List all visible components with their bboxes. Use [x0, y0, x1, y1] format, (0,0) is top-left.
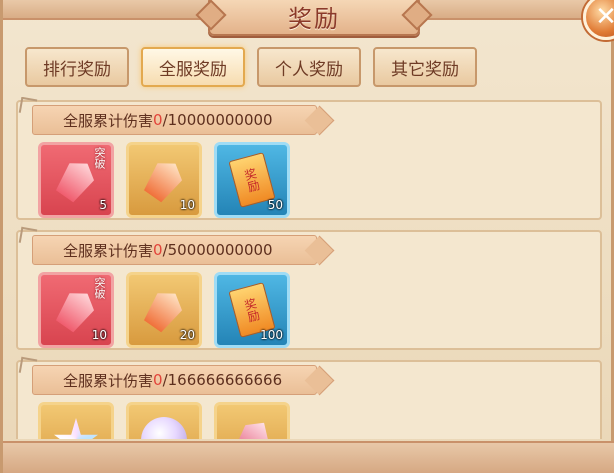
title-banner: 奖励	[208, 0, 420, 36]
tab-personal-rewards[interactable]: 个人奖励	[257, 47, 361, 87]
reward-items: 突破 10 20 奖励 100	[38, 272, 290, 348]
tier-target-value: /50000000000	[162, 241, 273, 259]
tab-other-rewards[interactable]: 其它奖励	[373, 47, 477, 87]
header-arrow	[304, 235, 335, 266]
item-tag: 突破	[93, 277, 106, 299]
tab-bar: 排行奖励 全服奖励 个人奖励 其它奖励	[25, 47, 477, 87]
reward-item[interactable]	[38, 402, 114, 439]
tier-target-value: /166666666666	[162, 371, 283, 389]
item-tag: 突破	[93, 147, 106, 169]
tier-label: 全服累计伤害	[63, 371, 154, 390]
reward-item[interactable]: 奖励 100	[214, 272, 290, 348]
reward-tier: 全服累计伤害 0/166666666666	[16, 356, 602, 439]
page-title: 奖励	[288, 4, 340, 33]
reward-item[interactable]	[126, 402, 202, 439]
tier-current-value: 0	[153, 371, 163, 389]
item-count: 20	[179, 328, 195, 342]
tab-label: 个人奖励	[275, 59, 343, 80]
reward-items: 突破 5 10 奖励 50	[38, 142, 290, 218]
header-arrow	[304, 105, 335, 136]
tier-label: 全服累计伤害	[63, 241, 154, 260]
item-count: 100	[260, 328, 283, 342]
tier-target-value: /10000000000	[162, 111, 273, 129]
pink-shard-icon	[220, 408, 284, 439]
tab-label: 排行奖励	[43, 59, 111, 80]
tier-header: 全服累计伤害 0/166666666666	[32, 365, 335, 396]
tier-label: 全服累计伤害	[63, 111, 154, 130]
tier-current-value: 0	[153, 241, 163, 259]
reward-item[interactable]: 突破 5	[38, 142, 114, 218]
item-count: 5	[99, 198, 107, 212]
purple-orb-icon	[132, 408, 196, 439]
reward-item[interactable]	[214, 402, 290, 439]
tab-ranking-rewards[interactable]: 排行奖励	[25, 47, 129, 87]
bottom-strip	[3, 441, 614, 473]
reward-tier: 全服累计伤害 0/10000000000 突破 5 10 奖励 50	[16, 97, 602, 220]
tab-label: 其它奖励	[391, 59, 459, 80]
close-icon: ✕	[595, 2, 614, 32]
reward-list[interactable]: 全服累计伤害 0/10000000000 突破 5 10 奖励 50 全服累计伤…	[13, 97, 605, 439]
tier-current-value: 0	[153, 111, 163, 129]
rewards-panel: 奖励 ✕ 排行奖励 全服奖励 个人奖励 其它奖励 全服累计伤害 0/1000000…	[0, 0, 614, 473]
reward-item[interactable]: 10	[126, 142, 202, 218]
tab-label: 全服奖励	[159, 59, 227, 80]
reward-item[interactable]: 20	[126, 272, 202, 348]
item-count: 10	[179, 198, 195, 212]
reward-items	[38, 402, 290, 439]
close-button[interactable]: ✕	[583, 0, 614, 40]
tier-header: 全服累计伤害 0/10000000000	[32, 105, 335, 136]
reward-tier: 全服累计伤害 0/50000000000 突破 10 20 奖励 100	[16, 226, 602, 350]
item-count: 50	[267, 198, 283, 212]
header-arrow	[304, 365, 335, 396]
item-count: 10	[91, 328, 107, 342]
tab-server-rewards[interactable]: 全服奖励	[141, 47, 245, 87]
star-crystal-icon	[44, 408, 108, 439]
reward-item[interactable]: 突破 10	[38, 272, 114, 348]
reward-item[interactable]: 奖励 50	[214, 142, 290, 218]
tier-header: 全服累计伤害 0/50000000000	[32, 235, 335, 266]
